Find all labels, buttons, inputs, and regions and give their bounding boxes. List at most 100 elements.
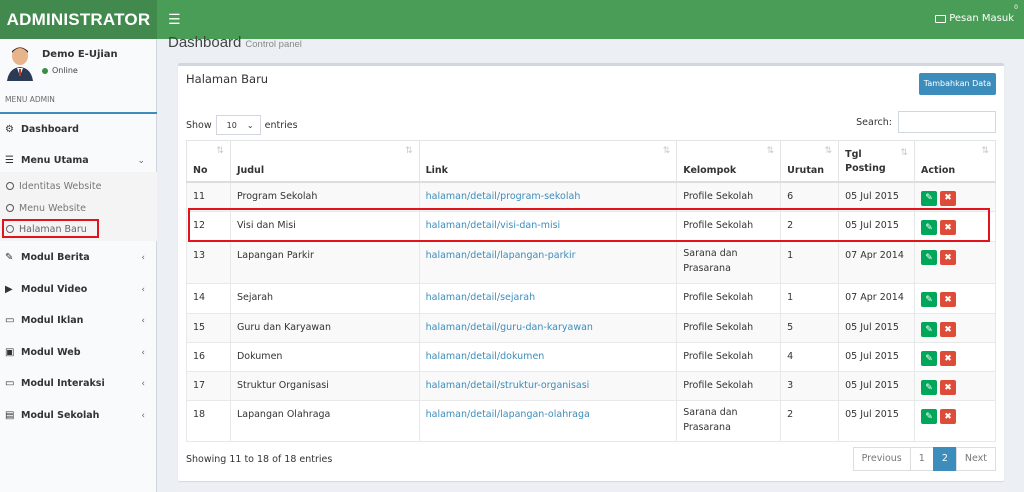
table-row: 18 Lapangan Olahraga halaman/detail/lapa…	[186, 400, 996, 442]
sidebar-item-modul-web[interactable]: ▣ Modul Web ‹	[0, 337, 157, 368]
table-row: 15 Guru dan Karyawan halaman/detail/guru…	[186, 313, 996, 343]
cell-urutan: 1	[780, 283, 840, 314]
sidebar-item-label: Modul Interaksi	[21, 378, 105, 389]
table-row: 17 Struktur Organisasi halaman/detail/st…	[186, 371, 996, 401]
column-header-no[interactable]: ⇅ No	[186, 140, 231, 183]
app-logo[interactable]: ADMINISTRATOR	[0, 0, 157, 39]
cell-link: halaman/detail/sejarah	[418, 283, 678, 314]
sidebar-item-label: Modul Sekolah	[21, 410, 100, 421]
search-input[interactable]	[898, 111, 996, 133]
sidebar-item-label: Modul Video	[21, 284, 88, 295]
pagination: Previous 1 2 Next	[852, 447, 996, 471]
play-icon: ▶	[5, 284, 13, 295]
link[interactable]: halaman/detail/program-sekolah	[426, 191, 581, 202]
cell-no: 18	[186, 400, 231, 442]
sidebar-item-modul-berita[interactable]: ✎ Modul Berita ‹	[0, 242, 157, 273]
page-button-1[interactable]: 1	[909, 447, 934, 471]
chevron-left-icon: ‹	[141, 252, 145, 263]
edit-icon[interactable]: ✎	[921, 380, 938, 395]
cell-no: 13	[186, 241, 231, 284]
cell-action: ✎ ✖	[914, 313, 996, 343]
edit-icon[interactable]: ✎	[921, 250, 938, 265]
highlight-box	[2, 219, 99, 238]
sidebar-item-modul-iklan[interactable]: ▭ Modul Iklan ‹	[0, 305, 157, 336]
sidebar-item-modul-sekolah[interactable]: ▤ Modul Sekolah ‹	[0, 400, 157, 431]
delete-icon[interactable]: ✖	[940, 322, 957, 337]
delete-icon[interactable]: ✖	[940, 409, 957, 424]
messages-label: Pesan Masuk	[949, 13, 1014, 24]
circle-icon	[6, 204, 14, 212]
delete-icon[interactable]: ✖	[940, 292, 957, 307]
show-label: Show	[186, 119, 212, 131]
delete-icon[interactable]: ✖	[940, 250, 957, 265]
sidebar-item-label: Menu Utama	[21, 155, 89, 166]
cell-tgl: 05 Jul 2015	[838, 313, 916, 343]
add-data-button[interactable]: Tambahkan Data	[919, 73, 996, 95]
delete-icon[interactable]: ✖	[940, 380, 957, 395]
cell-no: 14	[186, 283, 231, 314]
cell-link: halaman/detail/program-sekolah	[418, 181, 678, 212]
chevron-left-icon: ‹	[141, 284, 145, 295]
cell-action: ✎ ✖	[914, 342, 996, 372]
data-table: ⇅ No ⇅ Judul ⇅ Link ⇅ Kelompok ⇅ Urutan ⇅ Tgl …	[186, 140, 996, 442]
link[interactable]: halaman/detail/dokumen	[426, 351, 545, 362]
cell-urutan: 1	[780, 241, 840, 284]
submenu-item-identitas-website[interactable]: Identitas Website	[6, 179, 101, 193]
messages-link[interactable]: Pesan Masuk 0	[935, 4, 1018, 24]
edit-icon[interactable]: ✎	[921, 292, 938, 307]
submenu-item-label: Identitas Website	[19, 180, 102, 192]
submenu-item-menu-website[interactable]: Menu Website	[6, 201, 86, 215]
sort-icon: ⇅	[824, 146, 833, 156]
column-header-tgl-posting[interactable]: ⇅ Tgl Posting	[838, 140, 916, 183]
search-label: Search:	[856, 116, 892, 128]
page-size-select[interactable]: 10 ⌄	[215, 115, 261, 135]
cell-link: halaman/detail/lapangan-olahraga	[418, 400, 678, 442]
cell-urutan: 4	[780, 342, 840, 372]
link[interactable]: halaman/detail/lapangan-olahraga	[426, 409, 590, 420]
edit-icon[interactable]: ✎	[921, 322, 938, 337]
edit-icon[interactable]: ✎	[921, 190, 938, 206]
desktop-icon: ▭	[5, 315, 15, 326]
edit-icon[interactable]: ✎	[921, 351, 938, 366]
next-button[interactable]: Next	[955, 447, 996, 471]
cell-no: 11	[186, 181, 231, 212]
avatar	[5, 44, 35, 81]
sidebar-item-modul-interaksi[interactable]: ▭ Modul Interaksi ‹	[0, 368, 157, 399]
cell-tgl: 05 Jul 2015	[838, 371, 916, 401]
cell-judul: Sejarah	[229, 283, 420, 314]
link[interactable]: halaman/detail/guru-dan-karyawan	[426, 322, 593, 333]
delete-icon[interactable]: ✖	[940, 190, 957, 206]
link[interactable]: halaman/detail/lapangan-parkir	[426, 250, 576, 261]
column-header-judul[interactable]: ⇅ Judul	[229, 140, 420, 183]
cell-tgl: 05 Jul 2015	[838, 181, 916, 212]
table-header-row: ⇅ No ⇅ Judul ⇅ Link ⇅ Kelompok ⇅ Urutan ⇅ Tgl …	[186, 140, 996, 183]
cell-action: ✎ ✖	[914, 371, 996, 401]
data-box: Halaman Baru Tambahkan Data Show 10 ⌄ en…	[178, 63, 1004, 481]
sidebar-item-label: Modul Berita	[21, 252, 90, 263]
link[interactable]: halaman/detail/struktur-organisasi	[426, 380, 590, 391]
edit-icon[interactable]: ✎	[921, 409, 938, 424]
table-row: 16 Dokumen halaman/detail/dokumen Profil…	[186, 342, 996, 372]
cell-judul: Guru dan Karyawan	[229, 313, 420, 343]
dashboard-icon: ⚙	[5, 124, 14, 135]
submenu-item-label: Menu Website	[19, 202, 86, 214]
column-header-link[interactable]: ⇅ Link	[418, 140, 678, 183]
sidebar-toggle-icon[interactable]: ☰	[168, 12, 181, 28]
sidebar-item-dashboard[interactable]: ⚙ Dashboard	[0, 114, 157, 145]
column-header-action[interactable]: ⇅ Action	[914, 140, 996, 183]
page-button-2[interactable]: 2	[932, 447, 957, 471]
column-header-urutan[interactable]: ⇅ Urutan	[780, 140, 840, 183]
column-header-kelompok[interactable]: ⇅ Kelompok	[676, 140, 782, 183]
sort-asc-icon: ⇅	[216, 146, 224, 156]
sort-icon: ⇅	[766, 146, 775, 156]
sidebar: Demo E-Ujian Online MENU ADMIN ⚙ Dashboa…	[0, 39, 157, 492]
delete-icon[interactable]: ✖	[940, 351, 957, 366]
previous-button[interactable]: Previous	[852, 447, 911, 471]
link[interactable]: halaman/detail/sejarah	[426, 292, 536, 303]
sidebar-item-modul-video[interactable]: ▶ Modul Video ‹	[0, 274, 157, 305]
cell-kelompok: Sarana dan Prasarana	[676, 241, 782, 284]
table-row: 13 Lapangan Parkir halaman/detail/lapang…	[186, 241, 996, 284]
page-subtitle: Control panel	[245, 39, 302, 50]
chevron-left-icon: ‹	[141, 315, 145, 326]
page-title: Dashboard Control panel	[168, 34, 302, 51]
